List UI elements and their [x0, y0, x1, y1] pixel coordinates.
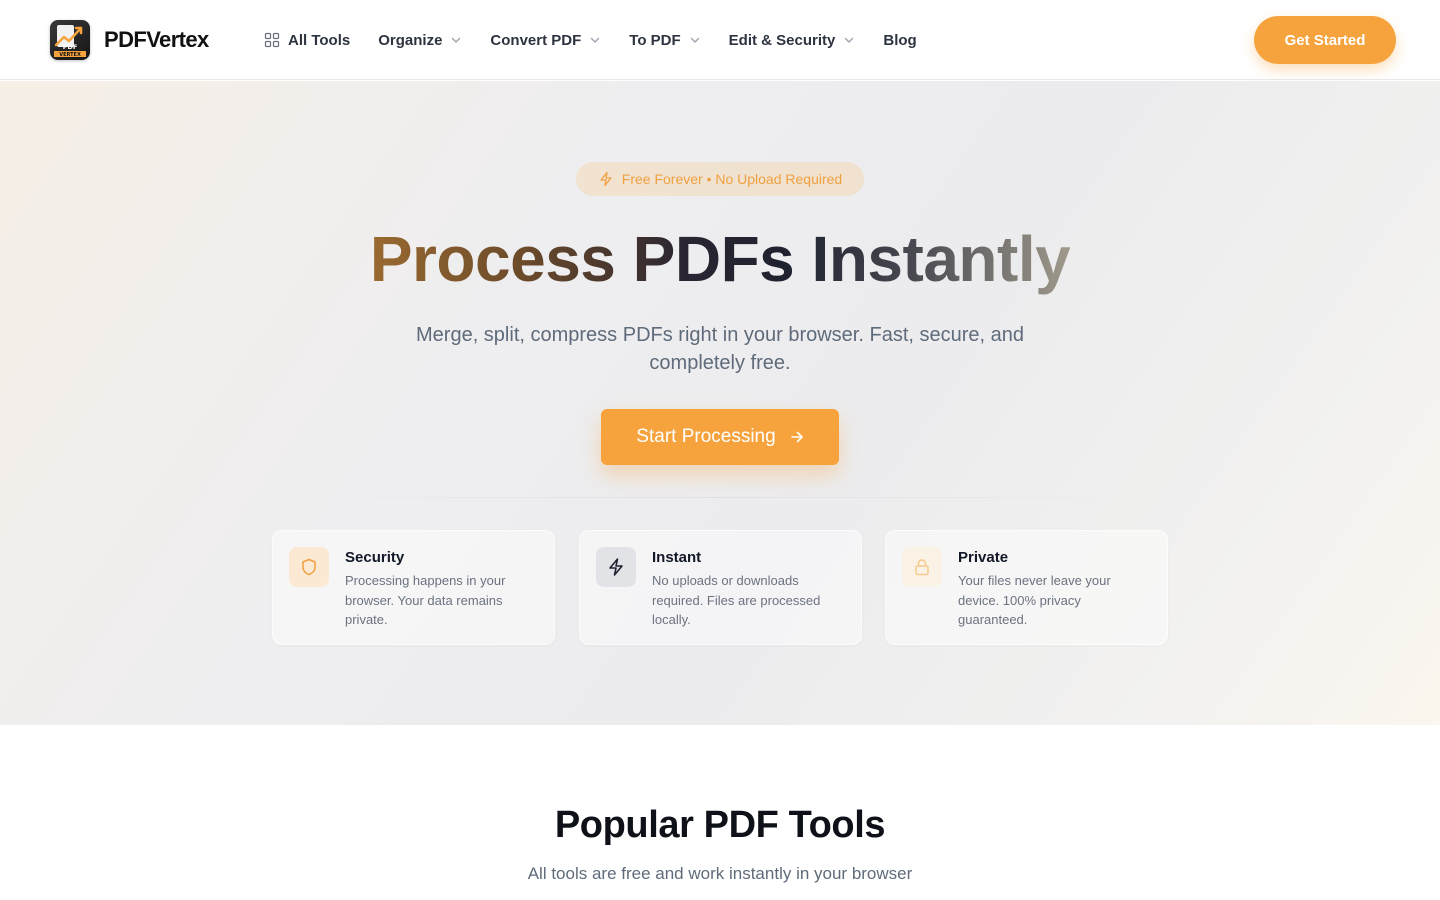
logo-text: PDFVertex [104, 27, 209, 52]
chevron-down-icon [591, 37, 600, 43]
feature-card-security: Security Processing happens in your brow… [272, 530, 555, 645]
chevron-down-icon [845, 37, 854, 43]
feature-title: Private [958, 549, 1009, 566]
feature-description: Your files never leave your device. 100%… [958, 573, 1111, 627]
feature-card-instant: Instant No uploads or downloads required… [579, 530, 862, 645]
hero-subtitle: Merge, split, compress PDFs right in you… [416, 324, 1024, 374]
site-header: PDF VERTEX PDFVertex All Tools Organize … [0, 0, 1440, 80]
nav-blog[interactable]: Blog [883, 32, 916, 49]
lock-icon [915, 559, 929, 576]
feature-title: Security [345, 549, 405, 566]
main-nav: All Tools Organize Convert PDF To PDF Ed… [264, 0, 945, 80]
feature-icon-box [596, 547, 636, 587]
logo[interactable]: PDF VERTEX PDFVertex [50, 20, 209, 60]
lightning-icon [600, 171, 612, 187]
arrow-right-icon [790, 431, 803, 443]
nav-to-pdf-label: To PDF [629, 31, 681, 49]
popular-tools-title: Popular PDF Tools [554, 804, 886, 846]
feature-card-private: Private Your files never leave your devi… [885, 530, 1168, 645]
feature-description: No uploads or downloads required. Files … [652, 573, 821, 627]
hero-title-text: Process PDFs Instantly [369, 223, 1071, 295]
hero-badge-text: Free Forever • No Upload Required [621, 171, 843, 187]
logo-mark-text-vertex: VERTEX [59, 52, 81, 58]
get-started-button[interactable]: Get Started [1254, 16, 1396, 64]
feature-title: Instant [652, 549, 702, 566]
logo-mark-text-pdf: PDF [63, 43, 78, 51]
hero-divider [272, 497, 1168, 498]
chevron-down-icon [452, 37, 461, 43]
feature-description: Processing happens in your browser. Your… [345, 573, 506, 627]
start-processing-button[interactable]: Start Processing [601, 409, 839, 465]
shield-icon [302, 558, 316, 576]
start-processing-label: Start Processing [636, 426, 776, 447]
hero-badge: Free Forever • No Upload Required [576, 162, 864, 196]
nav-organize-label: Organize [378, 31, 443, 49]
nav-all-tools-label: All Tools [288, 31, 351, 49]
nav-blog-label: Blog [883, 31, 917, 49]
nav-all-tools[interactable]: All Tools [264, 32, 350, 49]
hero-title: Process PDFs Instantly [0, 221, 1440, 297]
hero-section: Free Forever • No Upload Required Proces… [0, 81, 1440, 725]
nav-convert-pdf-label: Convert PDF [490, 31, 582, 49]
lightning-icon [609, 558, 623, 576]
popular-tools-subtitle: All tools are free and work instantly in… [527, 864, 913, 883]
feature-icon-box [289, 547, 329, 587]
nav-edit-security-label: Edit & Security [728, 31, 836, 49]
nav-convert-pdf[interactable]: Convert PDF [490, 32, 601, 49]
grid-icon [264, 32, 280, 48]
nav-to-pdf[interactable]: To PDF [629, 32, 700, 49]
feature-icon-box [902, 547, 942, 587]
nav-edit-security[interactable]: Edit & Security [729, 32, 856, 49]
logo-mark-icon: PDF VERTEX [50, 20, 90, 60]
chevron-down-icon [690, 37, 699, 43]
nav-organize[interactable]: Organize [378, 32, 462, 49]
